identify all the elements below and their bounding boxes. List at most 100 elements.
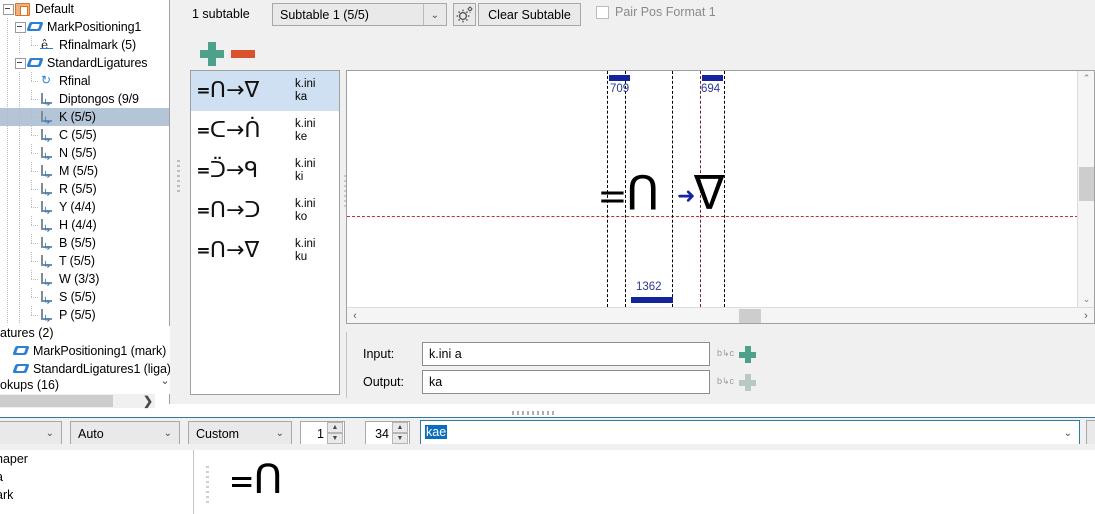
page-number-value: 1: [317, 426, 324, 441]
input-field[interactable]: k.ini a: [422, 342, 710, 366]
stepper-down-arrow[interactable]: ▼: [392, 433, 408, 444]
tree-item-h-4-4[interactable]: ↳ H (4/4): [0, 216, 170, 235]
add-pair-button[interactable]: [200, 42, 224, 66]
ligature-subtable-arrow-icon: ↳: [43, 278, 52, 289]
output-add-button[interactable]: [739, 374, 756, 391]
font-size-value: 34: [375, 426, 389, 441]
tree-item-label: K (5/5): [59, 110, 96, 124]
tree-expander-icon[interactable]: [14, 18, 26, 36]
canvas-scroll-down-arrow[interactable]: ⌄: [1078, 292, 1095, 307]
subtable-select-dropdown[interactable]: Subtable 1 (5/5) ⌄: [272, 3, 447, 26]
ligature-subtable-arrow-icon: ↳: [43, 152, 52, 163]
pair-glyph-preview: ᐀ᑒ→ᑫ: [197, 158, 259, 183]
page-number-stepper[interactable]: 1 ▲ ▼: [300, 421, 345, 446]
tree-item-k-5-5[interactable]: ↳ K (5/5): [0, 108, 170, 127]
feature-select-dropdown[interactable]: Custom ⌄: [188, 421, 292, 446]
tree-item-rfinal[interactable]: ↻ Rfinal: [0, 72, 170, 90]
stepper-down-arrow[interactable]: ▼: [327, 433, 343, 444]
ligature-subtable-arrow-icon: ↳: [43, 260, 52, 271]
tree-item-label: M (5/5): [59, 164, 98, 178]
tree-item-r-5-5[interactable]: ↳ R (5/5): [0, 180, 170, 199]
canvas-vertical-scrollbar[interactable]: ⌃ ⌄: [1077, 71, 1094, 307]
input-field-value: k.ini a: [429, 347, 462, 361]
tree-item-w-3-3[interactable]: ↳ W (3/3): [0, 270, 170, 289]
tree-item-p-5-5[interactable]: ↳ P (5/5): [0, 306, 170, 325]
pair-row[interactable]: ᐀ᑕ→ᑏ k.ini ke: [191, 111, 339, 151]
features-list-panel[interactable]: atures (2) MarkPositioning1 (mark) Standa…: [0, 326, 170, 394]
toolbar-overflow-button[interactable]: [1086, 420, 1095, 446]
tree-elbow: [26, 180, 38, 198]
tree-item-c-5-5[interactable]: ↳ C (5/5): [0, 126, 170, 145]
pair-row[interactable]: ᐀ᑎ→ᑐ k.ini ko: [191, 191, 339, 231]
tree-item-diptongos-9-9[interactable]: ↳ Diptongos (9/9: [0, 90, 170, 109]
total-advance-value: 1362: [636, 281, 662, 293]
tree-item-y-4-4[interactable]: ↳ Y (4/4): [0, 198, 170, 217]
font-size-stepper[interactable]: 34 ▲ ▼: [365, 421, 410, 446]
tree-hscroll-thumb[interactable]: [0, 395, 113, 407]
tree-item-m-5-5[interactable]: ↳ M (5/5): [0, 162, 170, 181]
pair-row[interactable]: ᐀ᑎ→ᐁ k.ini ka: [191, 71, 339, 111]
input-bc-icon[interactable]: b↳c: [717, 349, 734, 358]
vertical-splitter[interactable]: [170, 0, 186, 404]
output-bc-icon[interactable]: b↳c: [717, 377, 734, 386]
glyph-canvas-surface[interactable]: 709 694 1362 ᐀ᑎ ᐁ ➜: [347, 71, 1078, 307]
shaper-info-row: ark: [0, 488, 14, 502]
tree-item-label: R (5/5): [59, 182, 97, 196]
canvas-horizontal-scrollbar[interactable]: ‹ ›: [347, 307, 1094, 323]
tree-item-b-5-5[interactable]: ↳ B (5/5): [0, 234, 170, 253]
glyph-preview-canvas[interactable]: 709 694 1362 ᐀ᑎ ᐁ ➜ ⌃ ⌄ ‹ ›: [346, 70, 1095, 324]
canvas-scroll-right-arrow[interactable]: ›: [1078, 308, 1094, 324]
tree-item-label: StandardLigatures: [47, 56, 148, 70]
pair-name-line2: ko: [295, 211, 308, 223]
tree-elbow: [26, 144, 38, 162]
sample-text-input[interactable]: kae ⌄: [420, 420, 1080, 446]
bottom-panel-grip[interactable]: [206, 466, 209, 506]
canvas-vscroll-thumb[interactable]: [1079, 167, 1094, 201]
chevron-down-icon: ⌄: [45, 428, 54, 439]
output-field[interactable]: ka: [422, 370, 710, 394]
feature-icon: [12, 343, 30, 359]
stepper-up-arrow[interactable]: ▲: [392, 422, 408, 433]
tree-expander-icon[interactable]: [2, 0, 14, 18]
tree-item-rfinalmark-5[interactable]: ê Rfinalmark (5): [0, 36, 170, 54]
font-select-dropdown[interactable]: ⌄: [0, 421, 62, 446]
feature-item[interactable]: StandardLigatures1 (liga): [0, 360, 170, 378]
horizontal-splitter-grip[interactable]: [512, 411, 556, 415]
canvas-scroll-up-arrow[interactable]: ⌃: [1078, 71, 1095, 86]
tree-elbow: [26, 162, 38, 180]
feature-item[interactable]: MarkPositioning1 (mark): [0, 342, 170, 360]
tree-item-s-5-5[interactable]: ↳ S (5/5): [0, 288, 170, 307]
canvas-input-glyph: ᐀ᑎ: [599, 166, 660, 220]
tree-item-icon: ↳: [38, 163, 56, 181]
tree-horizontal-scrollbar[interactable]: [0, 394, 155, 408]
tree-expander-icon[interactable]: [14, 54, 26, 72]
input-add-button[interactable]: [739, 346, 756, 363]
tree-item-default[interactable]: Default: [0, 0, 170, 18]
tree-item-n-5-5[interactable]: ↳ N (5/5): [0, 144, 170, 163]
clear-subtable-button[interactable]: Clear Subtable: [478, 3, 581, 26]
tree-item-t-5-5[interactable]: ↳ T (5/5): [0, 252, 170, 271]
total-advance-bar: [631, 297, 673, 303]
ligature-pairs-list[interactable]: ᐀ᑎ→ᐁ k.ini ka ᐀ᑕ→ᑏ k.ini ke ᐀ᑒ→ᑫ k.ini ki ᐀ᑎ→ᑐ k.i…: [190, 70, 340, 395]
script-select-dropdown[interactable]: Auto ⌄: [70, 421, 180, 446]
tree-item-label: MarkPositioning1: [47, 20, 142, 34]
pair-pos-format-checkbox[interactable]: Pair Pos Format 1: [596, 5, 716, 19]
tree-elbow: [26, 270, 38, 288]
tree-item-markpositioning1[interactable]: MarkPositioning1: [0, 18, 170, 36]
subtable-settings-button[interactable]: [453, 3, 476, 26]
ligature-subtable-arrow-icon: ↳: [43, 98, 52, 109]
chevron-right-icon[interactable]: ❯: [140, 393, 156, 409]
chevron-down-icon[interactable]: ⌄: [1064, 428, 1072, 439]
pair-row[interactable]: ᐀ᑎ→ᐁ k.ini ku: [191, 231, 339, 271]
rendered-text-preview[interactable]: ᐀ᑎ: [214, 450, 1095, 514]
remove-pair-button[interactable]: [231, 42, 255, 66]
tree-item-icon: ↳: [38, 235, 56, 253]
canvas-hscroll-thumb[interactable]: [739, 309, 761, 323]
tree-item-standardligatures[interactable]: StandardLigatures: [0, 54, 170, 72]
substitution-arrow-icon: ➜: [677, 183, 696, 208]
canvas-scroll-left-arrow[interactable]: ‹: [347, 308, 363, 324]
pair-name-line1: k.ini: [295, 118, 316, 130]
shaper-info-list[interactable]: haper a ark: [0, 450, 193, 514]
stepper-up-arrow[interactable]: ▲: [327, 422, 343, 433]
pair-row[interactable]: ᐀ᑒ→ᑫ k.ini ki: [191, 151, 339, 191]
